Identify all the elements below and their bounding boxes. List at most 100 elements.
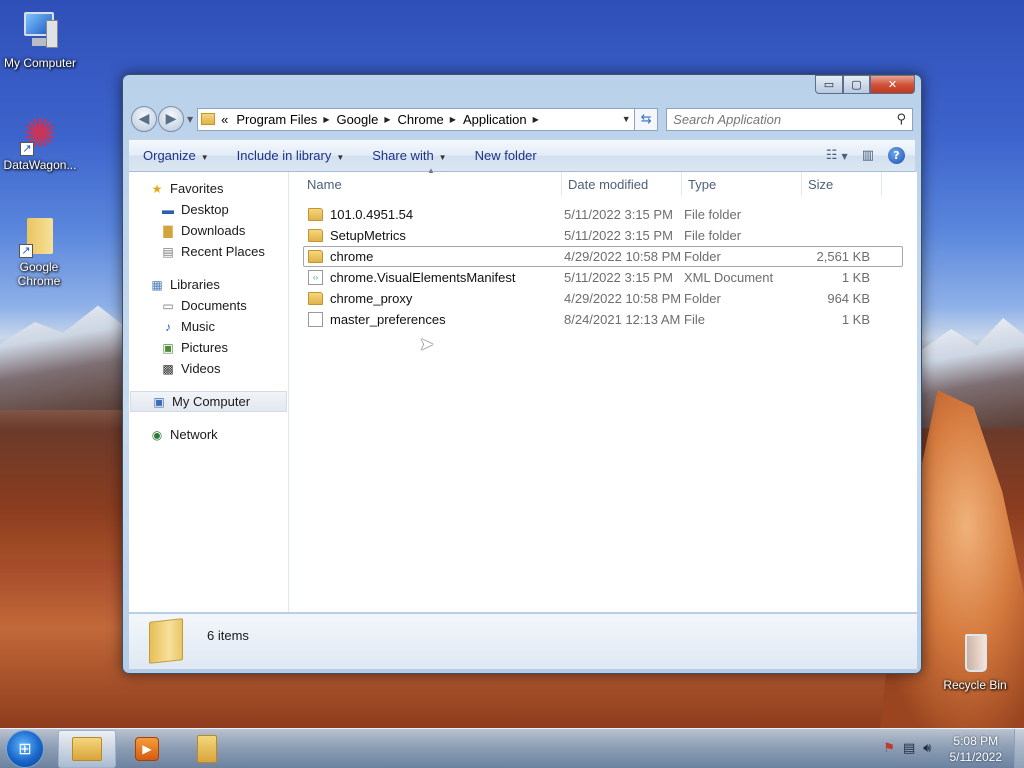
pictures-icon: ▣ bbox=[162, 340, 174, 355]
breadcrumb-google[interactable]: Google bbox=[336, 112, 378, 127]
taskbar-media-player-button[interactable]: ▶ bbox=[118, 730, 176, 768]
desktop-icon-google-chrome[interactable]: ↗ Google Chrome bbox=[0, 214, 78, 288]
address-row: ◀ ▶ ▼ « Program Files ▶ Google ▶ Chrome … bbox=[131, 105, 913, 133]
file-row[interactable]: SetupMetrics 5/11/2022 3:15 PM File fold… bbox=[303, 225, 903, 246]
folder-icon bbox=[201, 113, 216, 125]
share-with-menu[interactable]: Share with ▼ bbox=[358, 148, 460, 163]
column-header-type[interactable]: Type bbox=[682, 172, 802, 196]
desktop-icon-datawagon[interactable]: ✺ ↗ DataWagon... bbox=[0, 112, 80, 172]
file-type: XML Document bbox=[684, 270, 774, 285]
nav-network[interactable]: ◉ Network bbox=[129, 424, 288, 445]
show-desktop-button[interactable] bbox=[1014, 728, 1024, 768]
nav-recent-places[interactable]: ▤ Recent Places bbox=[129, 241, 288, 262]
nav-my-computer[interactable]: ▣ My Computer bbox=[130, 391, 287, 412]
file-type: File folder bbox=[684, 228, 742, 243]
address-bar[interactable]: « Program Files ▶ Google ▶ Chrome ▶ Appl… bbox=[197, 107, 636, 131]
breadcrumb-program-files[interactable]: Program Files bbox=[236, 112, 317, 127]
file-type: Folder bbox=[684, 291, 721, 306]
folder-icon bbox=[308, 292, 323, 305]
start-button[interactable]: ⊞ bbox=[6, 729, 44, 768]
file-explorer-icon bbox=[72, 736, 102, 761]
forward-button[interactable]: ▶ bbox=[158, 106, 184, 132]
explorer-window: ▭ ▢ ✕ ◀ ▶ ▼ « Program Files ▶ Google ▶ C… bbox=[122, 74, 922, 674]
nav-pictures[interactable]: ▣ Pictures bbox=[129, 337, 288, 358]
file-date: 5/11/2022 3:15 PM bbox=[564, 270, 673, 285]
file-row[interactable]: master_preferences 8/24/2021 12:13 AM Fi… bbox=[303, 309, 903, 330]
nav-desktop[interactable]: ▬ Desktop bbox=[129, 199, 288, 220]
file-name: chrome.VisualElementsManifest bbox=[330, 270, 516, 285]
taskbar-folder-button[interactable] bbox=[178, 730, 236, 768]
column-header-name[interactable]: ▲ Name bbox=[289, 166, 562, 196]
datawagon-icon: ✺ ↗ bbox=[20, 112, 60, 156]
breadcrumb-application[interactable]: Application bbox=[463, 112, 527, 127]
main-pane: ★ Favorites ▬ Desktop ▇ Downloads ▤ Recent P… bbox=[129, 166, 917, 612]
file-row[interactable]: chrome_proxy 4/29/2022 10:58 PM Folder 9… bbox=[303, 288, 903, 309]
maximize-button[interactable]: ▢ bbox=[843, 75, 870, 94]
nav-downloads[interactable]: ▇ Downloads bbox=[129, 220, 288, 241]
desktop-icon-my-computer[interactable]: My Computer bbox=[0, 10, 80, 70]
back-button[interactable]: ◀ bbox=[131, 106, 157, 132]
file-row[interactable]: 101.0.4951.54 5/11/2022 3:15 PM File fol… bbox=[303, 204, 903, 225]
file-icon bbox=[308, 312, 323, 327]
nav-documents[interactable]: ▭ Documents bbox=[129, 295, 288, 316]
view-options-button[interactable]: ☷ ▼ bbox=[826, 148, 848, 163]
chevron-right-icon[interactable]: ▶ bbox=[450, 115, 456, 124]
file-row[interactable]: chrome 4/29/2022 10:58 PM Folder 2,561 K… bbox=[303, 246, 903, 267]
nav-label: Documents bbox=[181, 298, 247, 313]
nav-favorites[interactable]: ★ Favorites bbox=[129, 178, 288, 199]
file-name: chrome bbox=[330, 249, 374, 264]
search-box[interactable]: ⚲ bbox=[666, 107, 913, 131]
forward-arrow-icon: ▶ bbox=[165, 111, 177, 127]
desktop-icon-label: DataWagon... bbox=[3, 158, 77, 172]
breadcrumb-overflow[interactable]: « bbox=[221, 112, 228, 127]
desktop-icon-recycle-bin[interactable]: Recycle Bin bbox=[935, 632, 1015, 692]
nav-music[interactable]: ♪ Music bbox=[129, 316, 288, 337]
organize-menu[interactable]: Organize ▼ bbox=[129, 148, 223, 163]
documents-icon: ▭ bbox=[162, 298, 174, 313]
minimize-button[interactable]: ▭ bbox=[815, 75, 843, 94]
preview-pane-button[interactable]: ▥ bbox=[862, 148, 874, 163]
taskbar-explorer-button[interactable] bbox=[58, 729, 116, 768]
volume-icon[interactable]: 🔊︎ bbox=[923, 741, 931, 756]
column-header-date[interactable]: Date modified bbox=[562, 172, 682, 196]
chevron-right-icon[interactable]: ▶ bbox=[323, 115, 329, 124]
chevron-right-icon[interactable]: ▶ bbox=[384, 115, 390, 124]
nav-libraries[interactable]: ▦ Libraries bbox=[129, 274, 288, 295]
details-pane: 6 items bbox=[129, 613, 917, 669]
view-controls: ☷ ▼ ▥ ? bbox=[826, 147, 915, 164]
shortcut-arrow-icon: ↗ bbox=[19, 244, 33, 258]
navigation-pane: ★ Favorites ▬ Desktop ▇ Downloads ▤ Recent P… bbox=[129, 172, 289, 612]
command-bar: Organize ▼ Include in library ▼ Share with… bbox=[129, 139, 915, 172]
folder-icon: ↗ bbox=[19, 214, 59, 258]
chevron-down-icon: ▼ bbox=[841, 152, 848, 161]
file-name: chrome_proxy bbox=[330, 291, 413, 306]
recycle-bin-icon bbox=[955, 632, 995, 676]
help-icon[interactable]: ? bbox=[888, 147, 905, 164]
clock[interactable]: 5:08 PM 5/11/2022 bbox=[950, 733, 1003, 765]
chevron-right-icon[interactable]: ▶ bbox=[533, 115, 539, 124]
folder-icon bbox=[197, 734, 217, 763]
libraries-icon: ▦ bbox=[151, 277, 163, 292]
nav-videos[interactable]: ▩ Videos bbox=[129, 358, 288, 379]
column-header-size[interactable]: Size bbox=[802, 172, 882, 196]
column-header-label: Date modified bbox=[568, 176, 649, 192]
action-center-flag-icon[interactable]: ⚑ bbox=[883, 741, 895, 756]
computer-icon: ▣ bbox=[153, 394, 165, 409]
nav-label: My Computer bbox=[172, 394, 251, 409]
address-history-dropdown[interactable]: ▼ bbox=[618, 114, 634, 124]
chevron-down-icon: ▼ bbox=[438, 153, 447, 162]
new-folder-button[interactable]: New folder bbox=[461, 148, 551, 163]
network-status-icon[interactable]: ▤ bbox=[903, 741, 915, 756]
breadcrumb-chrome[interactable]: Chrome bbox=[398, 112, 444, 127]
details-view-icon: ☷ bbox=[825, 148, 838, 163]
close-button[interactable]: ✕ bbox=[870, 75, 915, 94]
file-size: 1 KB bbox=[841, 270, 870, 285]
file-row[interactable]: ‹› chrome.VisualElementsManifest 5/11/202… bbox=[303, 267, 903, 288]
recent-places-icon: ▤ bbox=[162, 244, 174, 259]
include-in-library-menu[interactable]: Include in library ▼ bbox=[223, 148, 359, 163]
refresh-button[interactable]: ⇆ bbox=[635, 107, 659, 131]
file-rows: 101.0.4951.54 5/11/2022 3:15 PM File fol… bbox=[289, 197, 917, 330]
preview-pane-icon: ▥ bbox=[861, 148, 874, 163]
search-input[interactable] bbox=[673, 111, 897, 127]
recent-pages-dropdown[interactable]: ▼ bbox=[187, 115, 193, 124]
